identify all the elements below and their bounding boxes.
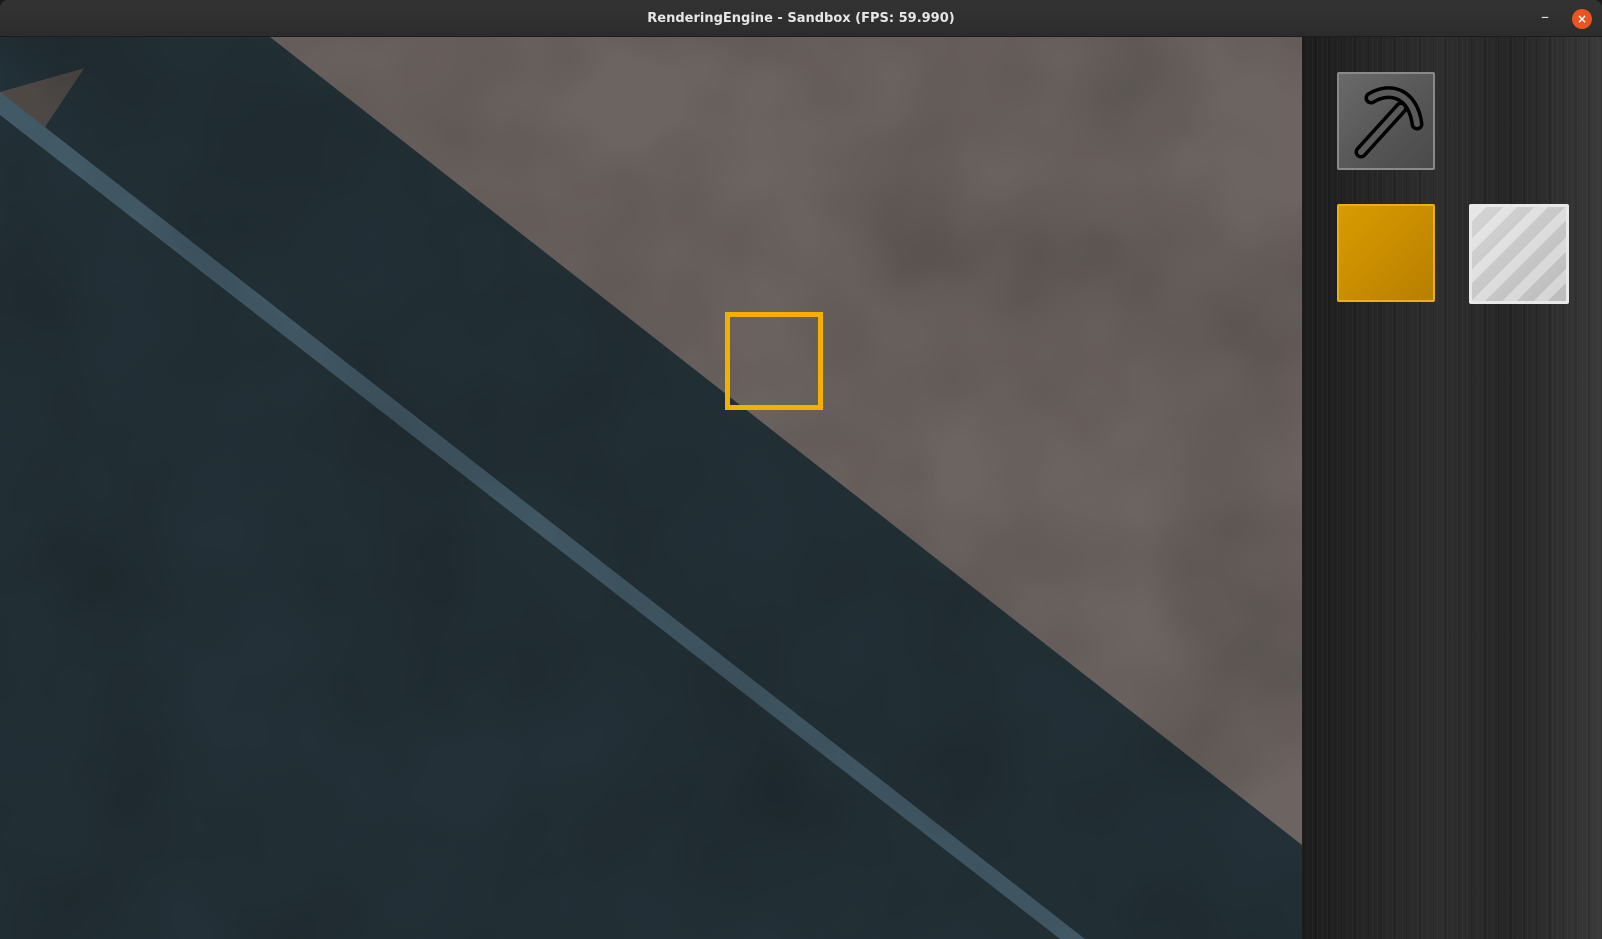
pickaxe-icon: [1354, 86, 1424, 159]
window-title: RenderingEngine - Sandbox (FPS: 59.990): [647, 11, 955, 26]
pickaxe-slot[interactable]: [1337, 72, 1435, 170]
title-bar[interactable]: RenderingEngine - Sandbox (FPS: 59.990) …: [0, 0, 1602, 37]
inventory-panel: [1302, 37, 1602, 939]
close-button[interactable]: ×: [1572, 9, 1592, 29]
minimize-button[interactable]: –: [1534, 8, 1556, 30]
game-scene: [0, 37, 1302, 939]
gold-block-slot[interactable]: [1337, 204, 1435, 302]
tile-selection-cursor[interactable]: [725, 312, 823, 410]
metal-block-slot[interactable]: [1469, 204, 1569, 304]
game-viewport[interactable]: [0, 37, 1302, 939]
app-window: RenderingEngine - Sandbox (FPS: 59.990) …: [0, 0, 1602, 939]
